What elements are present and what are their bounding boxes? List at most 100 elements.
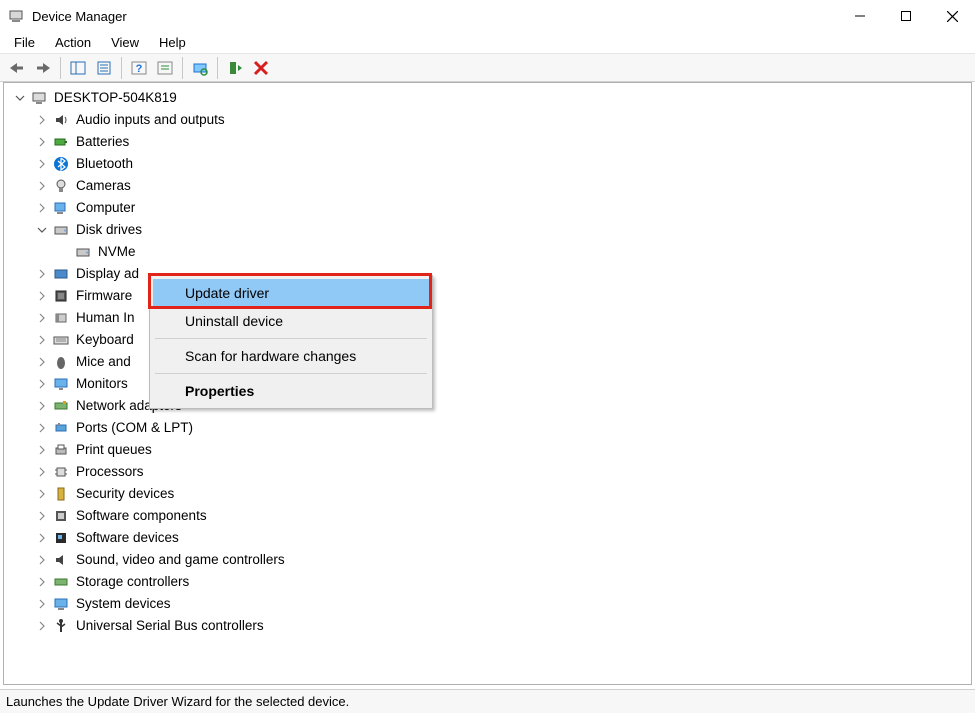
context-menu-separator: [155, 338, 427, 339]
caret-right-icon[interactable]: [36, 114, 48, 126]
tree-item-security-devices[interactable]: Security devices: [36, 483, 971, 505]
menu-help[interactable]: Help: [149, 33, 196, 52]
caret-down-icon[interactable]: [36, 224, 48, 236]
caret-right-icon[interactable]: [36, 510, 48, 522]
tree-item-nvme-disk[interactable]: NVMe: [58, 241, 971, 263]
context-menu-item-label: Uninstall device: [185, 313, 283, 329]
toolbar: ?: [0, 54, 975, 82]
disk-icon: [74, 243, 92, 261]
toolbar-separator: [60, 57, 61, 79]
tree-item-storage-controllers[interactable]: Storage controllers: [36, 571, 971, 593]
caret-right-icon[interactable]: [36, 620, 48, 632]
tree-item-software-devices[interactable]: Software devices: [36, 527, 971, 549]
tree-item-audio[interactable]: Audio inputs and outputs: [36, 109, 971, 131]
caret-right-icon[interactable]: [36, 598, 48, 610]
caret-right-icon[interactable]: [36, 312, 48, 324]
statusbar: Launches the Update Driver Wizard for th…: [0, 689, 975, 713]
tree-item-ports[interactable]: Ports (COM & LPT): [36, 417, 971, 439]
caret-right-icon[interactable]: [36, 180, 48, 192]
tree-item-label: Audio inputs and outputs: [76, 109, 225, 131]
tree-item-label: Processors: [76, 461, 144, 483]
tree-item-label: Computer: [76, 197, 135, 219]
firmware-icon: [52, 287, 70, 305]
menu-view[interactable]: View: [101, 33, 149, 52]
caret-right-icon[interactable]: [36, 400, 48, 412]
caret-right-icon[interactable]: [36, 334, 48, 346]
caret-right-icon[interactable]: [36, 268, 48, 280]
context-menu-item-label: Scan for hardware changes: [185, 348, 356, 364]
tree-item-label: Security devices: [76, 483, 174, 505]
context-menu-scan-hardware[interactable]: Scan for hardware changes: [153, 342, 429, 370]
close-button[interactable]: [929, 0, 975, 32]
device-manager-icon: [8, 8, 24, 24]
caret-right-icon[interactable]: [36, 466, 48, 478]
tree-item-label: Universal Serial Bus controllers: [76, 615, 264, 637]
tree-item-label: Firmware: [76, 285, 132, 307]
caret-right-icon[interactable]: [36, 488, 48, 500]
display-adapter-icon: [52, 265, 70, 283]
tree-item-label: Human In: [76, 307, 135, 329]
caret-right-icon[interactable]: [36, 422, 48, 434]
tree-item-system-devices[interactable]: System devices: [36, 593, 971, 615]
update-driver-button[interactable]: [222, 56, 248, 80]
tree-item-software-components[interactable]: Software components: [36, 505, 971, 527]
minimize-button[interactable]: [837, 0, 883, 32]
tree-item-label: Storage controllers: [76, 571, 189, 593]
tree-root[interactable]: DESKTOP-504K819: [14, 87, 971, 109]
tree-item-label: System devices: [76, 593, 171, 615]
nav-forward-button[interactable]: [30, 56, 56, 80]
tree-item-label: Software devices: [76, 527, 179, 549]
show-hide-console-tree-button[interactable]: [65, 56, 91, 80]
caret-right-icon[interactable]: [36, 554, 48, 566]
caret-right-icon[interactable]: [36, 158, 48, 170]
disk-icon: [52, 221, 70, 239]
software-device-icon: [52, 529, 70, 547]
tree-item-sound-controllers[interactable]: Sound, video and game controllers: [36, 549, 971, 571]
caret-right-icon[interactable]: [36, 532, 48, 544]
svg-text:?: ?: [136, 63, 143, 75]
maximize-button[interactable]: [883, 0, 929, 32]
caret-right-icon[interactable]: [36, 290, 48, 302]
context-menu-properties[interactable]: Properties: [153, 377, 429, 405]
tree-item-print-queues[interactable]: Print queues: [36, 439, 971, 461]
component-icon: [52, 507, 70, 525]
tree-item-label: Cameras: [76, 175, 131, 197]
caret-right-icon[interactable]: [36, 136, 48, 148]
tree-item-label: NVMe: [98, 241, 136, 263]
caret-right-icon[interactable]: [36, 576, 48, 588]
tree-item-usb-controllers[interactable]: Universal Serial Bus controllers: [36, 615, 971, 637]
caret-right-icon[interactable]: [36, 202, 48, 214]
tree-item-bluetooth[interactable]: Bluetooth: [36, 153, 971, 175]
tree-item-label: Software components: [76, 505, 207, 527]
help-button[interactable]: ?: [126, 56, 152, 80]
hid-icon: [52, 309, 70, 327]
usb-icon: [52, 617, 70, 635]
keyboard-icon: [52, 331, 70, 349]
camera-icon: [52, 177, 70, 195]
sound-icon: [52, 551, 70, 569]
menu-action[interactable]: Action: [45, 33, 101, 52]
context-menu-update-driver[interactable]: Update driver: [153, 279, 429, 307]
action-button[interactable]: [152, 56, 178, 80]
context-menu-uninstall-device[interactable]: Uninstall device: [153, 307, 429, 335]
caret-right-icon[interactable]: [36, 356, 48, 368]
caret-down-icon[interactable]: [14, 92, 26, 104]
tree-item-computer[interactable]: Computer: [36, 197, 971, 219]
properties-button[interactable]: [91, 56, 117, 80]
battery-icon: [52, 133, 70, 151]
uninstall-device-button[interactable]: [248, 56, 274, 80]
tree-item-label: Disk drives: [76, 219, 142, 241]
menu-file[interactable]: File: [4, 33, 45, 52]
tree-item-processors[interactable]: Processors: [36, 461, 971, 483]
scan-hardware-button[interactable]: [187, 56, 213, 80]
window-title: Device Manager: [32, 9, 127, 24]
caret-right-icon[interactable]: [36, 378, 48, 390]
tree-item-batteries[interactable]: Batteries: [36, 131, 971, 153]
caret-right-icon[interactable]: [36, 444, 48, 456]
nav-back-button[interactable]: [4, 56, 30, 80]
toolbar-separator: [182, 57, 183, 79]
tree-item-disk-drives[interactable]: Disk drives: [36, 219, 971, 241]
tree-root-label: DESKTOP-504K819: [54, 87, 177, 109]
computer-icon: [30, 89, 48, 107]
tree-item-cameras[interactable]: Cameras: [36, 175, 971, 197]
